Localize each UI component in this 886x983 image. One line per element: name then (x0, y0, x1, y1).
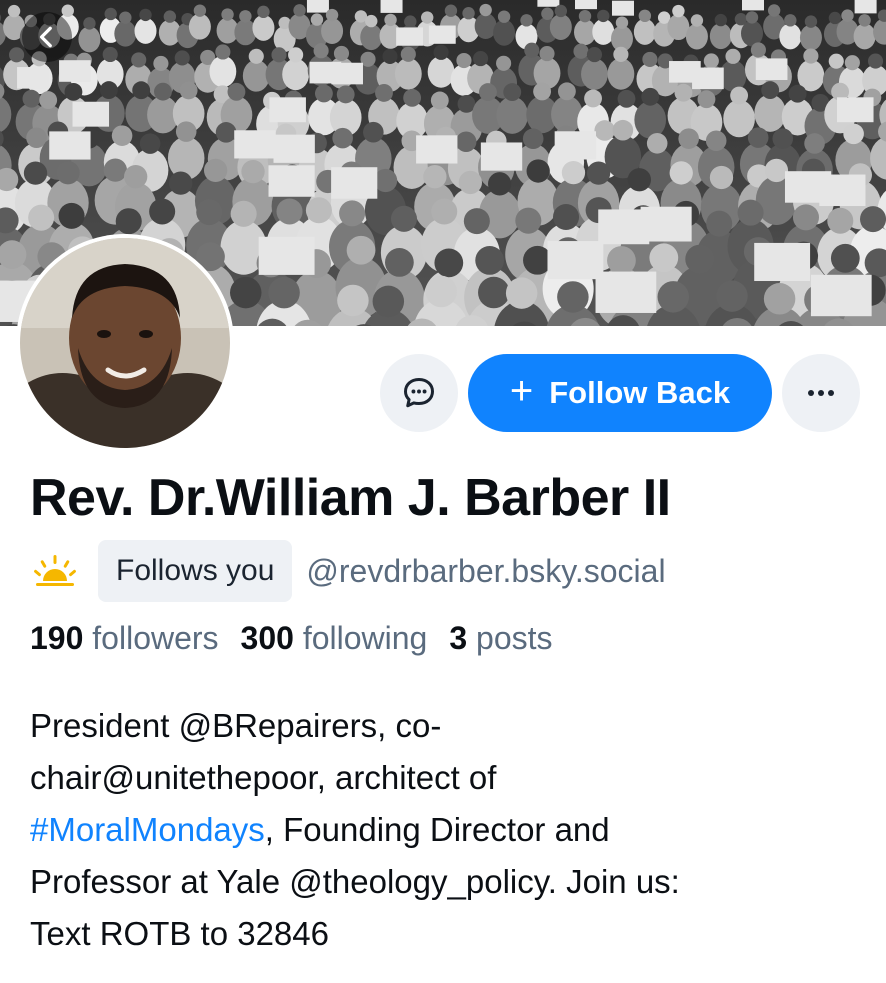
bio-line: chair@unitethepoor, architect of (30, 759, 497, 796)
following-stat[interactable]: 300 following (241, 620, 428, 657)
follow-back-button[interactable]: + Follow Back (468, 354, 772, 432)
followers-label: followers (92, 620, 219, 656)
sun-icon (34, 555, 76, 586)
handle-row: Follows you @revdrbarber.bsky.social (30, 540, 666, 602)
handle[interactable]: @revdrbarber.bsky.social (306, 553, 665, 590)
following-label: following (302, 620, 428, 656)
plus-icon: + (509, 369, 534, 413)
bio-line: #MoralMondays, Founding Director and (30, 804, 870, 856)
hashtag-link[interactable]: #MoralMondays (30, 811, 265, 848)
back-button[interactable] (22, 12, 72, 62)
more-options-button[interactable] (782, 354, 860, 432)
profile-stats: 190 followers 300 following 3 posts (30, 620, 575, 657)
posts-stat: 3 posts (449, 620, 552, 657)
chat-bubble-icon (404, 378, 434, 408)
followers-stat[interactable]: 190 followers (30, 620, 219, 657)
following-count: 300 (240, 620, 294, 656)
chevron-left-icon (39, 26, 52, 48)
posts-count: 3 (449, 620, 468, 656)
follow-back-label: Follow Back (549, 375, 731, 410)
bio-line: Professor at Yale @theology_policy. Join… (30, 863, 680, 900)
bio-line: Text ROTB to 32846 (30, 915, 329, 952)
profile-bio: President @BRepairers, co- chair@uniteth… (30, 700, 870, 960)
bio-line: President @BRepairers, co- (30, 707, 442, 744)
avatar-image (20, 238, 230, 448)
display-name: Rev. Dr.William J. Barber II (30, 469, 671, 527)
posts-label: posts (476, 620, 553, 656)
ellipsis-icon (808, 390, 834, 396)
follows-you-badge: Follows you (98, 540, 293, 602)
message-button[interactable] (380, 354, 458, 432)
bio-text: , Founding Director and (264, 811, 610, 848)
followers-count: 190 (30, 620, 84, 656)
avatar[interactable] (16, 234, 234, 452)
